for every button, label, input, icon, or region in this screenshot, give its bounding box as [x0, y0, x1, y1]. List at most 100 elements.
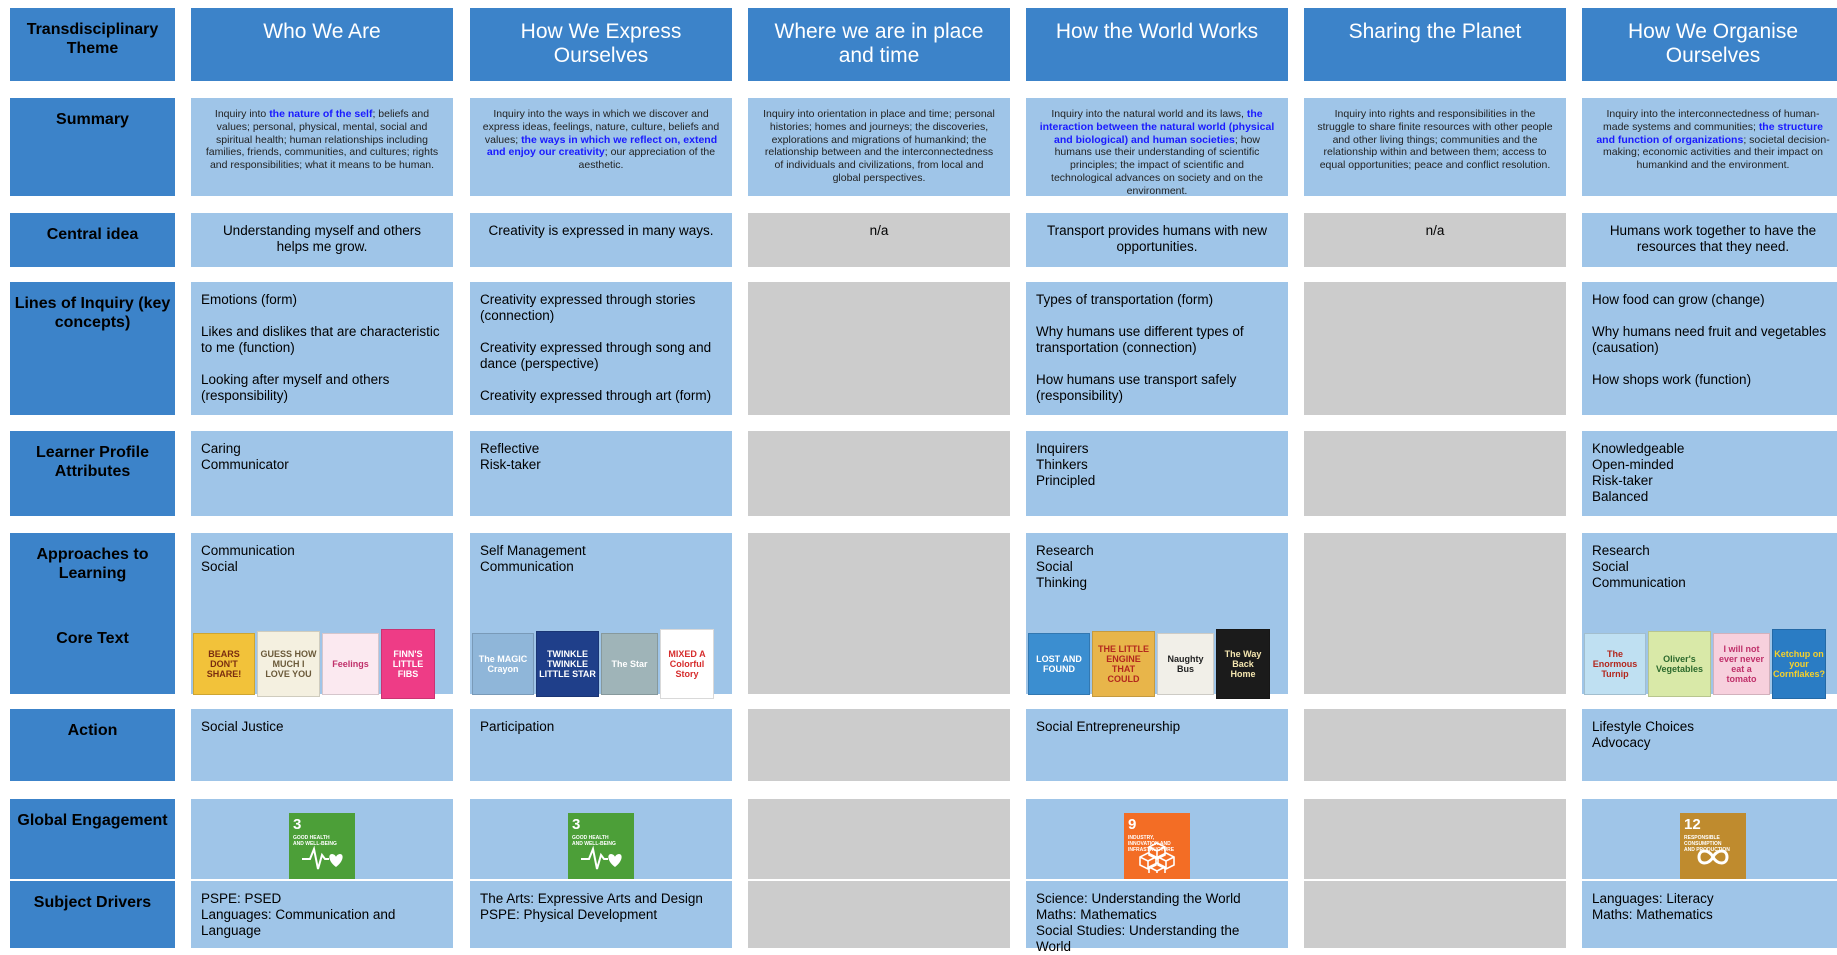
global-engagement-cell: [1304, 799, 1566, 879]
summary-text: Inquiry into the natural world and its l…: [1051, 108, 1247, 120]
cell-line: Communication: [1592, 575, 1686, 590]
cell-line: Reflective: [480, 441, 540, 456]
book-cover: The Way Back Home: [1216, 629, 1270, 699]
cell-line: Looking after myself and others (respons…: [201, 372, 390, 403]
row-header-action: Action: [10, 709, 175, 781]
cell-line: Types of transportation (form): [1036, 292, 1214, 307]
global-engagement-cell: 9 INDUSTRY, INNOVATION AND INFRASTRUCTUR…: [1026, 799, 1288, 879]
subject-cell: [1304, 881, 1566, 948]
central-idea: Humans work together to have the resourc…: [1582, 213, 1837, 267]
row-header-theme: Transdisciplinary Theme: [10, 8, 175, 81]
subject-cell: PSPE: PSED Languages: Communication and L…: [191, 881, 453, 948]
book-cover: The Enormous Turnip: [1584, 633, 1646, 695]
global-engagement-cell: 12 RESPONSIBLE CONSUMPTION AND PRODUCTIO…: [1582, 799, 1837, 879]
row-header-global: Global Engagement: [10, 799, 175, 879]
book-row: LOST AND FOUND THE LITTLE ENGINE THAT COU…: [1026, 629, 1292, 699]
heartbeat-icon: [581, 845, 622, 870]
theme-summary: Inquiry into the natural world and its l…: [1026, 98, 1288, 197]
sdg-badge: 12 RESPONSIBLE CONSUMPTION AND PRODUCTIO…: [1680, 813, 1746, 879]
cell-line: Likes and dislikes that are characterist…: [201, 324, 440, 355]
book-row: BEARS DON'T SHARE! GUESS HOW MUCH I LOVE …: [191, 629, 457, 699]
cell-line: Open-minded: [1592, 457, 1674, 472]
cell-line: How food can grow (change): [1592, 292, 1765, 307]
cell-line: Languages: Literacy: [1592, 891, 1714, 906]
cell-line: Social: [201, 559, 238, 574]
cell-line: Communicator: [201, 457, 289, 472]
cell-line: Risk-taker: [1592, 473, 1653, 488]
cell-line: Research: [1592, 543, 1650, 558]
book-cover: Naughty Bus: [1157, 633, 1214, 695]
cell-line: PSPE: Physical Development: [480, 907, 658, 922]
cell-line: Advocacy: [1592, 735, 1651, 750]
cell-line: Social: [1036, 559, 1073, 574]
cell-line: Knowledgeable: [1592, 441, 1685, 456]
cell-line: Risk-taker: [480, 457, 541, 472]
cubes-icon: [1139, 842, 1175, 873]
book-row: The Enormous Turnip Oliver's Vegetables I …: [1582, 629, 1837, 699]
action-cell: [1304, 709, 1566, 781]
infinity-icon: [1697, 849, 1729, 865]
theme-header: Who We Are: [191, 8, 453, 81]
action-cell: Social Entrepreneurship: [1026, 709, 1288, 781]
cell-line: Self Management: [480, 543, 586, 558]
theme-summary: Inquiry into orientation in place and ti…: [748, 98, 1010, 196]
summary-highlight: the nature of the self: [269, 108, 373, 120]
sdg-badge: 3 GOOD HEALTH AND WELL-BEING: [568, 813, 634, 879]
profile-cell: Caring Communicator: [191, 431, 453, 516]
core-text-cell: [748, 617, 1010, 694]
inquiry-cell: Types of transportation (form) Why humans…: [1026, 282, 1288, 415]
sdg-badge: 9 INDUSTRY, INNOVATION AND INFRASTRUCTUR…: [1124, 813, 1190, 879]
cell-line: Thinkers: [1036, 457, 1088, 472]
approaches-cell: Research Social Communication: [1582, 533, 1837, 617]
book-cover: The MAGIC Crayon: [472, 633, 534, 695]
cell-line: Principled: [1036, 473, 1096, 488]
book-cover: I will not ever never eat a tomato: [1713, 633, 1770, 695]
approaches-cell: Communication Social: [191, 533, 453, 617]
cell-line: Languages: Communication and Language: [201, 907, 396, 938]
theme-summary: Inquiry into the ways in which we discov…: [470, 98, 732, 196]
profile-cell: Knowledgeable Open-minded Risk-taker Balanc…: [1582, 431, 1837, 516]
action-cell: [748, 709, 1010, 781]
cell-line: Why humans need fruit and vegetables (ca…: [1592, 324, 1827, 355]
cell-line: Creativity expressed through song and da…: [480, 340, 712, 371]
book-cover: BEARS DON'T SHARE!: [193, 633, 255, 695]
book-cover: TWINKLE TWINKLE LITTLE STAR: [536, 631, 599, 697]
central-idea: n/a: [1304, 213, 1566, 267]
theme-header: How the World Works: [1026, 8, 1288, 81]
cell-line: Social: [1592, 559, 1629, 574]
theme-header: Where we are in place and time: [748, 8, 1010, 81]
book-cover: LOST AND FOUND: [1028, 633, 1090, 695]
book-cover: THE LITTLE ENGINE THAT COULD: [1092, 631, 1155, 697]
action-cell: Social Justice: [191, 709, 453, 781]
cell-line: Social Entrepreneurship: [1036, 719, 1181, 734]
subject-cell: Languages: Literacy Maths: Mathematics: [1582, 881, 1837, 948]
summary-text: Inquiry into rights and responsibilities…: [1317, 108, 1553, 172]
row-header-core: Core Text: [10, 617, 175, 694]
subject-cell: The Arts: Expressive Arts and Design PSPE…: [470, 881, 732, 948]
row-header-inquiry: Lines of Inquiry (key concepts): [10, 282, 175, 415]
inquiry-cell: How food can grow (change) Why humans nee…: [1582, 282, 1837, 415]
inquiry-cell: [1304, 282, 1566, 415]
cell-line: The Arts: Expressive Arts and Design: [480, 891, 703, 906]
cell-line: Communication: [201, 543, 295, 558]
book-cover: Feelings: [322, 633, 379, 695]
book-cover: Ketchup on your Cornflakes?: [1772, 629, 1826, 699]
sdg-badge: 3 GOOD HEALTH AND WELL-BEING: [289, 813, 355, 879]
theme-summary: Inquiry into the interconnectedness of h…: [1582, 98, 1837, 196]
row-header-subject: Subject Drivers: [10, 881, 175, 948]
cell-line: Maths: Mathematics: [1592, 907, 1713, 922]
sdg-number: 9: [1128, 816, 1137, 833]
sdg-number: 3: [293, 816, 302, 833]
global-engagement-cell: 3 GOOD HEALTH AND WELL-BEING: [191, 799, 453, 879]
cell-line: Research: [1036, 543, 1094, 558]
cell-line: Why humans use different types of transp…: [1036, 324, 1244, 355]
cell-line: Communication: [480, 559, 574, 574]
theme-header: How We Organise Ourselves: [1582, 8, 1837, 81]
core-text-cell: [1304, 617, 1566, 694]
approaches-cell: Self Management Communication: [470, 533, 732, 617]
cell-line: How shops work (function): [1592, 372, 1752, 387]
